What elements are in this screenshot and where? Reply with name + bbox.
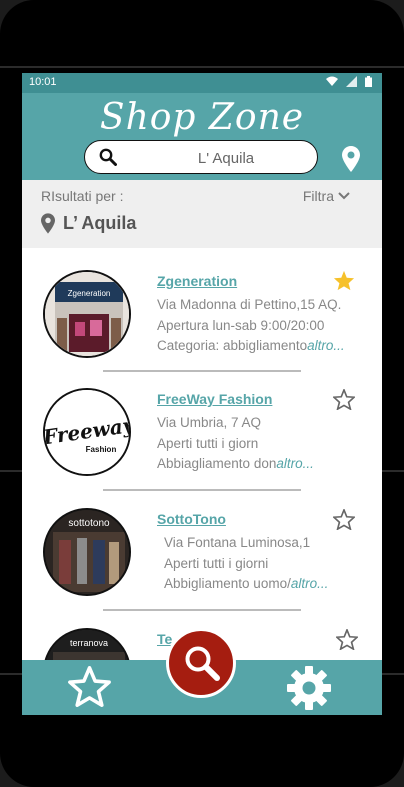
- favorite-star-icon[interactable]: [333, 270, 355, 291]
- background-line: [0, 66, 404, 68]
- battery-icon: [365, 76, 372, 87]
- shop-item[interactable]: Zgeneration Zgeneration Via Madonna di P…: [22, 248, 382, 358]
- app-screen: 10:01 Shop Zone RIsu: [22, 73, 382, 715]
- results-bar: RIsultati per : Filtra L’ Aquila: [22, 180, 382, 248]
- results-label: RIsultati per :: [41, 188, 124, 204]
- status-bar: 10:01: [22, 73, 382, 93]
- status-icons: [326, 76, 372, 87]
- shop-info: Via Madonna di Pettino,15 AQ. Apertura l…: [157, 295, 345, 357]
- status-time: 10:01: [29, 76, 57, 88]
- shop-avatar: Zgeneration: [43, 270, 131, 358]
- app-title: Shop Zone: [99, 97, 305, 138]
- freeway-logo-subtext: Fashion: [86, 445, 117, 454]
- shop-category-text: Categoria: abbigliamento: [157, 338, 308, 353]
- shop-category-text: Abbigliamento uomo/: [164, 576, 291, 591]
- filter-button[interactable]: Filtra: [303, 188, 350, 204]
- zgeneration-logo-text: Zgeneration: [68, 289, 111, 298]
- divider: [103, 609, 301, 611]
- location-pin-icon: [41, 213, 55, 234]
- star-icon[interactable]: [67, 665, 112, 708]
- search-fab[interactable]: [166, 628, 236, 698]
- shop-avatar: sottotono: [43, 508, 131, 596]
- shop-address: Via Umbria, 7 AQ: [157, 415, 262, 430]
- shop-address: Via Fontana Luminosa,1: [164, 535, 311, 550]
- shop-item[interactable]: sottotono SottoTono Via Fontana Luminosa…: [22, 493, 382, 603]
- favorite-star-icon[interactable]: [333, 509, 355, 530]
- more-link[interactable]: altro...: [307, 338, 345, 353]
- shop-name-link[interactable]: SottoTono: [157, 511, 226, 527]
- search-icon: [185, 646, 220, 681]
- more-link[interactable]: altro...: [276, 456, 314, 471]
- gear-icon[interactable]: [286, 665, 332, 711]
- shop-category: Abbigliamento uomo/altro...: [164, 574, 328, 595]
- search-box[interactable]: [84, 140, 318, 174]
- chevron-down-icon: [338, 192, 350, 200]
- shop-hours: Aperti tutti i giorni: [164, 555, 269, 571]
- shop-hours: Apertura lun-sab 9:00/20:00: [157, 317, 325, 333]
- signal-icon: [346, 76, 357, 87]
- favorite-star-icon[interactable]: [336, 629, 358, 650]
- favorite-star-icon[interactable]: [333, 389, 355, 410]
- freeway-logo: Freeway Fashion: [45, 390, 129, 474]
- terranova-logo-text: terranova: [70, 638, 108, 648]
- shop-address: Via Madonna di Pettino,15 AQ.: [157, 297, 342, 312]
- search-icon[interactable]: [99, 148, 117, 166]
- shop-info: Via Fontana Luminosa,1 Aperti tutti i gi…: [164, 533, 328, 595]
- terranova-store-photo: terranova: [45, 630, 129, 660]
- selected-city: L’ Aquila: [41, 213, 136, 234]
- shop-name-link[interactable]: FreeWay Fashion: [157, 391, 272, 407]
- shop-list: Zgeneration Zgeneration Via Madonna di P…: [22, 248, 382, 660]
- divider: [103, 370, 301, 372]
- map-pin-icon[interactable]: [342, 146, 360, 172]
- phone-frame: 10:01 Shop Zone RIsu: [0, 0, 404, 787]
- sottotono-logo-text: sottotono: [68, 518, 110, 529]
- shop-category-text: Abbiagliamento don: [157, 456, 277, 471]
- shop-category: Abbiagliamento donaltro...: [157, 454, 314, 475]
- zgeneration-store-photo: Zgeneration: [45, 272, 129, 356]
- shop-hours: Aperti tutti i giorn: [157, 435, 259, 451]
- sottotono-store-photo: sottotono: [45, 510, 129, 594]
- shop-avatar: Freeway Fashion: [43, 388, 131, 476]
- filter-label: Filtra: [302, 188, 334, 204]
- shop-item[interactable]: Freeway Fashion FreeWay Fashion Via Umbr…: [22, 373, 382, 483]
- shop-info: Via Umbria, 7 AQ Aperti tutti i giorn Ab…: [157, 413, 314, 475]
- shop-avatar: terranova: [43, 628, 131, 660]
- more-link[interactable]: altro...: [291, 576, 329, 591]
- wifi-icon: [326, 76, 338, 86]
- app-header: Shop Zone: [22, 93, 382, 180]
- search-input[interactable]: [139, 146, 313, 170]
- shop-category: Categoria: abbigliamentoaltro...: [157, 336, 345, 357]
- city-name: L’ Aquila: [63, 213, 137, 233]
- shop-name-link[interactable]: Zgeneration: [157, 273, 237, 289]
- divider: [103, 489, 301, 491]
